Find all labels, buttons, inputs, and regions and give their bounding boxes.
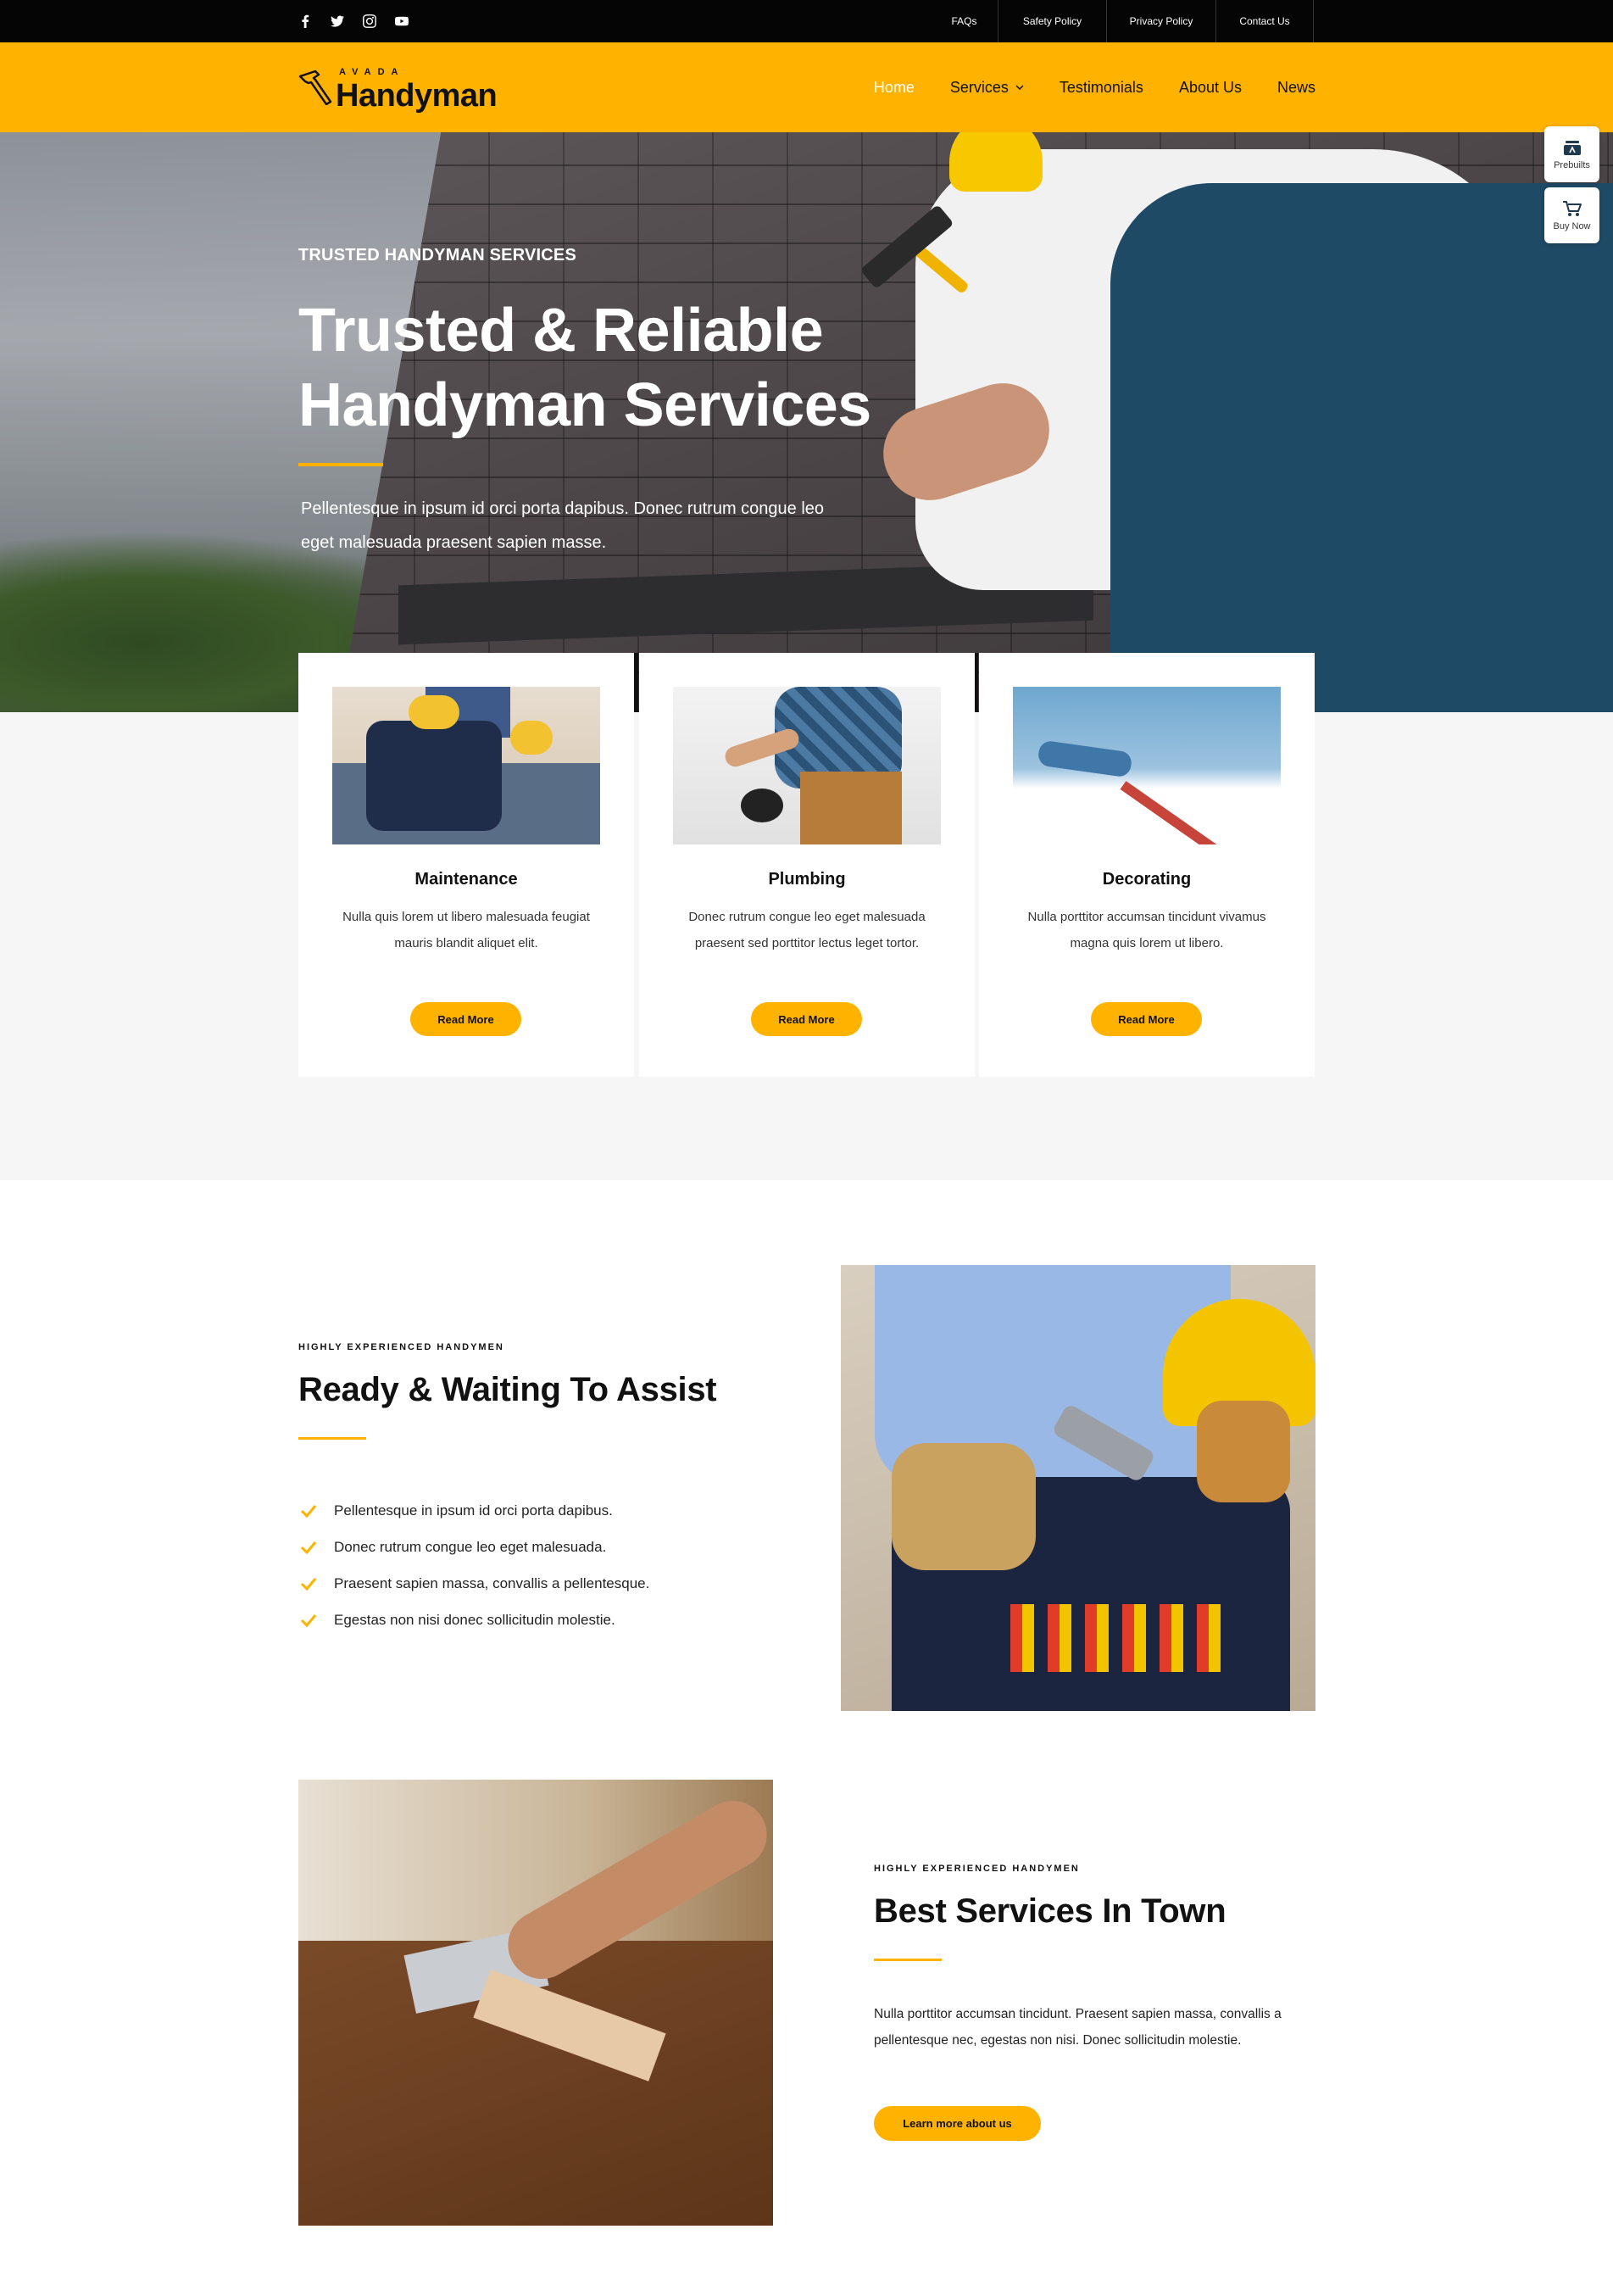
best-title: Best Services In Town xyxy=(874,1892,1226,1930)
service-card-title: Decorating xyxy=(1102,870,1192,889)
check-icon xyxy=(300,1612,317,1629)
buy-now-widget[interactable]: Buy Now xyxy=(1544,187,1599,243)
logo-big-text: Handyman xyxy=(336,78,498,114)
plumbing-image xyxy=(673,687,941,844)
youtube-icon[interactable] xyxy=(395,14,409,28)
nav-services-label: Services xyxy=(949,78,1009,96)
site-logo[interactable]: AVADA Handyman xyxy=(297,63,500,114)
read-more-button[interactable]: Read More xyxy=(410,1002,521,1036)
nav-about-us[interactable]: About Us xyxy=(1179,79,1242,97)
list-item-text: Donec rutrum congue leo eget malesuada. xyxy=(334,1538,607,1555)
ready-accent-bar xyxy=(298,1437,366,1440)
nav-services[interactable]: Services xyxy=(950,79,1024,97)
best-accent-bar xyxy=(874,1959,942,1961)
privacy-policy-link[interactable]: Privacy Policy xyxy=(1106,0,1215,42)
main-header: AVADA Handyman Home Services Testimonial… xyxy=(0,42,1613,132)
list-item: Donec rutrum congue leo eget malesuada. xyxy=(300,1529,649,1565)
carpentry-photo xyxy=(298,1780,773,2226)
ready-checklist: Pellentesque in ipsum id orci porta dapi… xyxy=(300,1492,649,1638)
list-item: Pellentesque in ipsum id orci porta dapi… xyxy=(300,1492,649,1529)
service-card-desc: Donec rutrum congue leo eget malesuada p… xyxy=(688,910,926,950)
prebuilts-widget[interactable]: Prebuilts xyxy=(1544,126,1599,182)
maintenance-image xyxy=(332,687,600,844)
hero-subtitle: TRUSTED HANDYMAN SERVICES xyxy=(298,246,576,265)
read-more-button[interactable]: Read More xyxy=(1091,1002,1202,1036)
main-nav: Home Services Testimonials About Us News xyxy=(874,42,1315,132)
list-item: Egestas non nisi donec sollicitudin mole… xyxy=(300,1602,649,1638)
ready-eyebrow: HIGHLY EXPERIENCED HANDYMEN xyxy=(298,1342,504,1352)
hero-accent-bar xyxy=(298,463,383,466)
buy-now-label: Buy Now xyxy=(1553,221,1591,231)
logo-small-text: AVADA xyxy=(339,67,405,77)
handyman-toolbelt-photo xyxy=(841,1265,1315,1711)
twitter-icon[interactable] xyxy=(331,14,344,28)
read-more-button[interactable]: Read More xyxy=(751,1002,862,1036)
service-card-maintenance: Maintenance Nulla quis lorem ut libero m… xyxy=(298,653,634,1077)
hero-section: TRUSTED HANDYMAN SERVICES Trusted & Reli… xyxy=(0,132,1613,712)
check-icon xyxy=(300,1539,317,1556)
check-icon xyxy=(300,1502,317,1519)
contact-us-link[interactable]: Contact Us xyxy=(1215,0,1314,42)
hero-text: Pellentesque in ipsum id orci porta dapi… xyxy=(301,499,825,552)
hero-title-line1: Trusted & Reliable xyxy=(298,297,824,365)
social-links xyxy=(298,0,409,42)
safety-policy-link[interactable]: Safety Policy xyxy=(998,0,1106,42)
list-item: Praesent sapien massa, convallis a pelle… xyxy=(300,1565,649,1602)
service-card-desc: Nulla porttitor accumsan tincidunt vivam… xyxy=(1027,910,1266,950)
top-bar: FAQs Safety Policy Privacy Policy Contac… xyxy=(0,0,1613,42)
service-card-decorating: Decorating Nulla porttitor accumsan tinc… xyxy=(979,653,1315,1077)
top-links: FAQs Safety Policy Privacy Policy Contac… xyxy=(931,0,1314,42)
cart-icon xyxy=(1562,201,1582,216)
faqs-link[interactable]: FAQs xyxy=(931,0,998,42)
best-text: Nulla porttitor accumsan tincidunt. Prae… xyxy=(874,2007,1282,2048)
decorating-image xyxy=(1013,687,1281,844)
hammer-logo-icon xyxy=(298,70,332,105)
hero-title: Trusted & Reliable Handyman Services xyxy=(298,293,943,443)
nav-testimonials[interactable]: Testimonials xyxy=(1060,79,1143,97)
card-divider xyxy=(634,653,638,712)
list-item-text: Egestas non nisi donec sollicitudin mole… xyxy=(334,1611,615,1628)
nav-home[interactable]: Home xyxy=(874,79,915,97)
service-card-title: Plumbing xyxy=(768,870,846,889)
learn-more-button[interactable]: Learn more about us xyxy=(874,2106,1041,2141)
best-eyebrow: HIGHLY EXPERIENCED HANDYMEN xyxy=(874,1864,1080,1874)
service-card-plumbing: Plumbing Donec rutrum congue leo eget ma… xyxy=(639,653,975,1077)
ready-title: Ready & Waiting To Assist xyxy=(298,1371,717,1408)
list-item-text: Praesent sapien massa, convallis a pelle… xyxy=(334,1574,650,1591)
nav-news[interactable]: News xyxy=(1277,79,1315,97)
hero-worker-overall xyxy=(1110,183,1613,712)
hero-title-line2: Handyman Services xyxy=(298,371,871,439)
chevron-down-icon xyxy=(1015,85,1024,91)
list-item-text: Pellentesque in ipsum id orci porta dapi… xyxy=(334,1502,613,1519)
hero-worker-helmet xyxy=(949,132,1043,192)
instagram-icon[interactable] xyxy=(363,14,376,28)
check-icon xyxy=(300,1575,317,1592)
facebook-icon[interactable] xyxy=(298,14,312,28)
service-card-desc: Nulla quis lorem ut libero malesuada feu… xyxy=(342,910,590,950)
service-card-title: Maintenance xyxy=(414,870,518,889)
layers-icon xyxy=(1563,141,1581,155)
prebuilts-label: Prebuilts xyxy=(1554,160,1590,170)
